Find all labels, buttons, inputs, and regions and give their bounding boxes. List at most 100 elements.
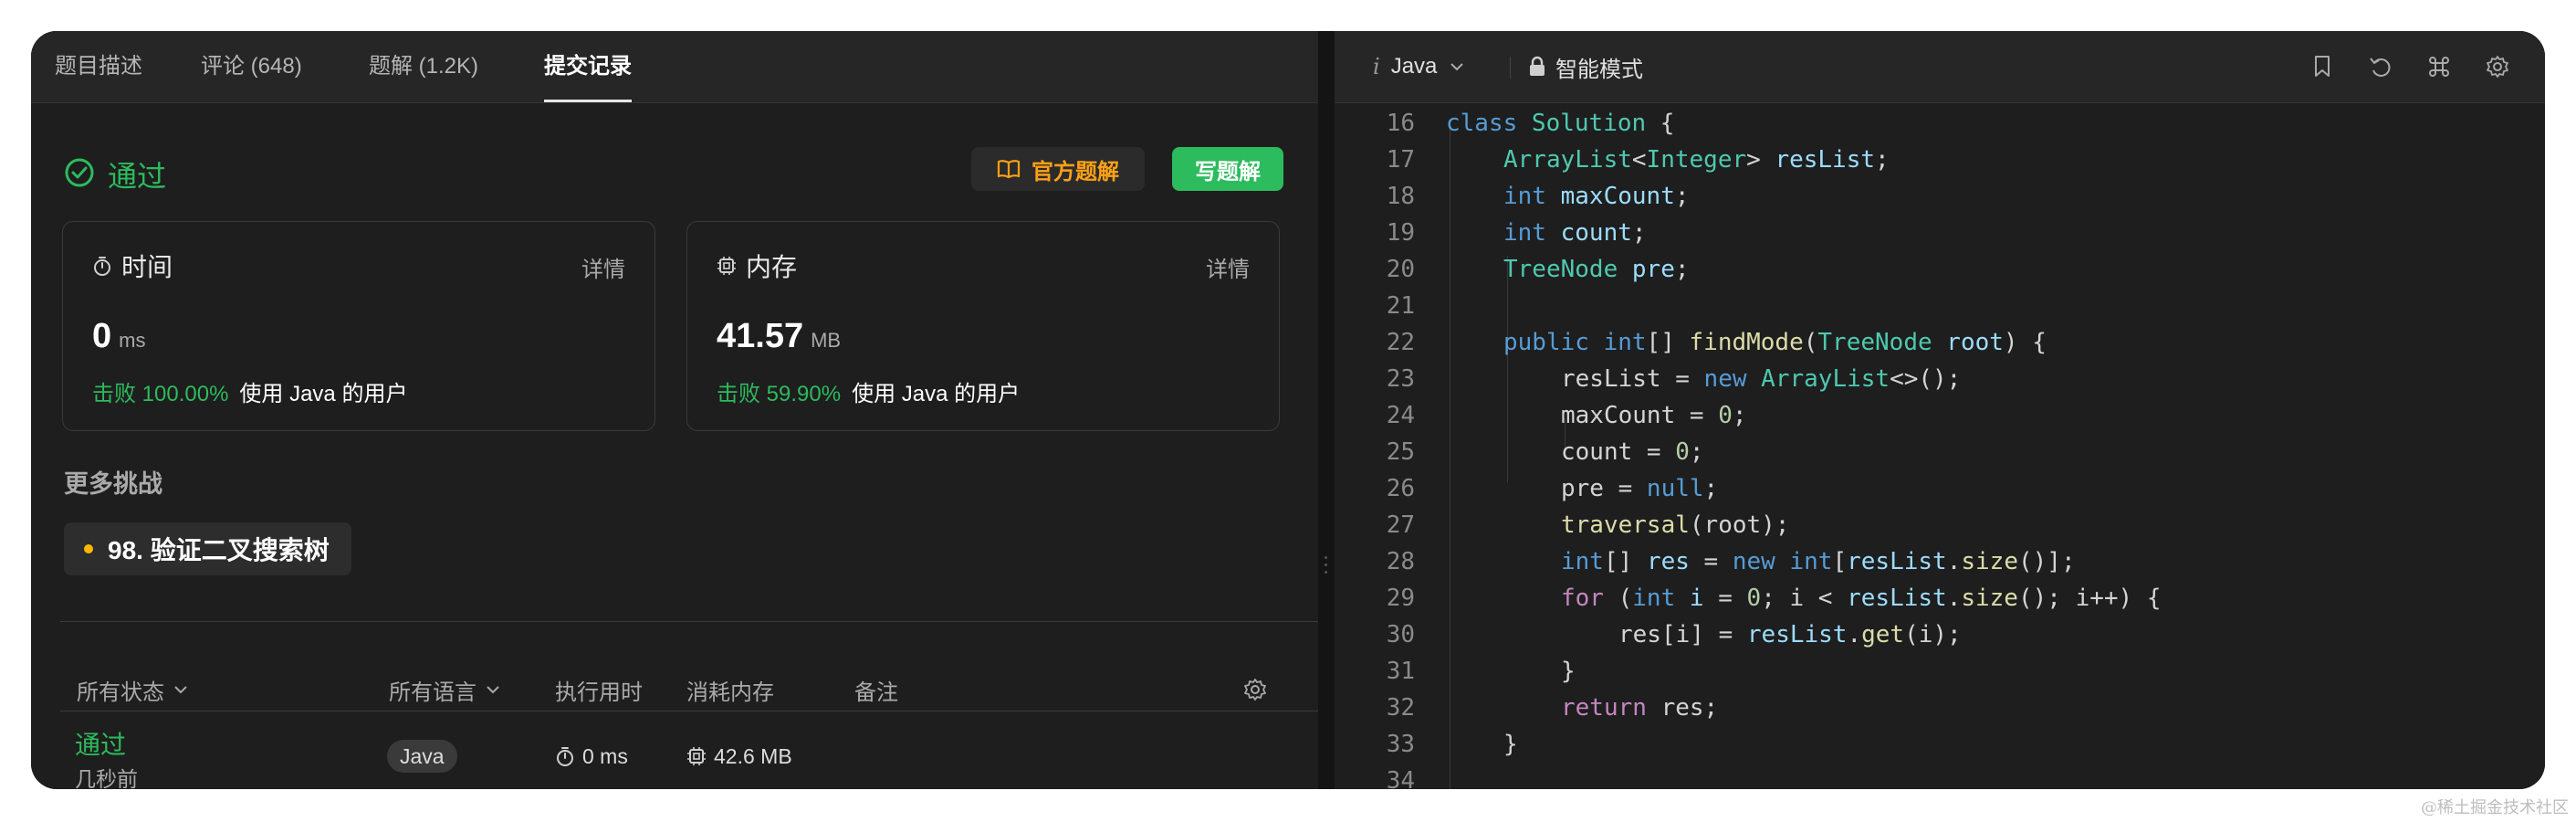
code-editor-panel: i Java 智能模式 16 class Solution {17 ArrayLis… [1335,31,2545,789]
memory-detail-link[interactable]: 详情 [1206,251,1250,283]
submission-panel: 题目描述 评论 (648) 题解 (1.2K) 提交记录 通过 官方题解 写题解… [31,31,1318,789]
shortcuts-button[interactable] [2410,55,2468,79]
chip-icon [687,747,706,765]
panel-resize-handle[interactable] [1318,31,1335,789]
code-line: } [1503,731,1518,758]
line-number: 31 [1386,658,1415,685]
settings-button[interactable] [2468,55,2527,79]
code-line: ArrayList<Integer> resList; [1503,146,1890,174]
line-number: 29 [1386,585,1415,612]
result-status: 通过 [64,152,166,197]
code-line: traversal(root); [1561,511,1790,539]
difficulty-dot [84,544,93,553]
code-area[interactable]: 16 class Solution {17 ArrayList<Integer> r… [1335,102,2545,789]
stopwatch-icon [557,747,573,766]
line-number: 27 [1386,511,1415,539]
tab-description[interactable]: 题目描述 [55,31,142,102]
watermark: @稀土掘金技术社区 [2421,798,2569,817]
runtime-card: 时间 详情 0 ms 击败 100.00% 使用 Java 的用户 [62,221,655,431]
line-number: 18 [1386,183,1415,210]
memory-title: 内存 [717,248,797,284]
code-line: int count; [1503,219,1647,247]
drag-dots-icon [1325,552,1328,578]
smart-mode-toggle[interactable]: 智能模式 [1528,31,1643,102]
language-selector[interactable]: i Java [1373,31,1464,102]
reset-button[interactable] [2351,55,2410,79]
row-language-badge: Java [387,740,457,773]
indent-guide [1507,256,1508,482]
runtime-title: 时间 [92,248,173,284]
lock-icon [1530,56,1545,76]
code-line: int maxCount; [1503,183,1690,210]
code-line: class Solution { [1446,110,1675,137]
tab-comments[interactable]: 评论 (648) [201,31,302,102]
code-line: res[i] = resList.get(i); [1618,621,1962,648]
line-number: 16 [1386,110,1415,137]
code-line: TreeNode pre; [1503,256,1690,283]
header-notes: 备注 [854,680,898,705]
code-line: pre = null; [1561,475,1719,502]
code-line: resList = new ArrayList<>(); [1561,365,1962,393]
official-solution-button[interactable]: 官方题解 [971,147,1145,191]
line-number: 25 [1386,438,1415,466]
book-icon [997,160,1021,179]
line-number: 33 [1386,731,1415,758]
line-number: 23 [1386,365,1415,393]
bookmark-button[interactable] [2293,55,2351,79]
stopwatch-icon [94,257,110,276]
header-runtime: 执行用时 [555,680,643,705]
line-number: 21 [1386,292,1415,320]
bookmark-icon [2315,56,2330,77]
header-memory: 消耗内存 [686,680,774,705]
code-line: return res; [1561,694,1719,722]
row-time: 几秒前 [75,767,138,789]
code-line: public int[] findMode(TreeNode root) { [1503,329,2047,356]
filter-language[interactable]: 所有语言 [389,667,500,712]
line-number: 28 [1386,548,1415,575]
runtime-beat: 击败 100.00% 使用 Java 的用户 [92,382,408,406]
line-number: 26 [1386,475,1415,502]
line-number: 32 [1386,694,1415,722]
filter-status[interactable]: 所有状态 [77,667,188,712]
code-line: maxCount = 0; [1561,402,1747,429]
code-line: for (int i = 0; i < resList.size(); i++)… [1561,585,2162,612]
challenge-chip[interactable]: 98. 验证二叉搜索树 [64,522,351,575]
gear-icon [2487,56,2508,78]
toolbar-separator [1510,57,1511,79]
divider [60,621,1318,622]
chevron-down-icon [487,686,499,694]
editor-toolbar: i Java 智能模式 [1335,31,2545,103]
tab-solutions[interactable]: 题解 (1.2K) [369,31,478,102]
command-icon [2429,57,2449,77]
code-line: count = 0; [1561,438,1704,466]
app-window: 题目描述 评论 (648) 题解 (1.2K) 提交记录 通过 官方题解 写题解… [31,31,2545,789]
line-number: 20 [1386,256,1415,283]
tab-submissions[interactable]: 提交记录 [544,31,632,102]
table-settings-button[interactable] [1234,667,1267,712]
memory-beat: 击败 59.90% 使用 Java 的用户 [717,382,1021,406]
undo-icon [2370,58,2391,77]
write-solution-button[interactable]: 写题解 [1172,147,1283,191]
row-runtime: 0 ms [555,740,628,773]
chevron-down-icon [1450,63,1464,71]
row-memory: 42.6 MB [686,740,792,773]
tab-bar: 题目描述 评论 (648) 题解 (1.2K) 提交记录 [31,31,1318,103]
line-number: 30 [1386,621,1415,648]
runtime-detail-link[interactable]: 详情 [581,251,625,283]
code-line: } [1561,658,1576,685]
check-circle-icon [64,157,95,193]
code-line: int[] res = new int[resList.size()]; [1561,548,2076,575]
official-solution-label: 官方题解 [1031,159,1119,184]
more-challenges-title: 更多挑战 [64,470,162,498]
runtime-value: 0 ms [92,317,146,355]
chevron-down-icon [174,686,187,694]
line-number: 24 [1386,402,1415,429]
editor-actions [2293,31,2527,102]
row-status-link[interactable]: 通过 [75,725,126,762]
challenge-title: 98. 验证二叉搜索树 [108,536,330,564]
chip-icon [717,257,736,275]
line-number: 22 [1386,329,1415,356]
line-number: 19 [1386,219,1415,247]
memory-value: 41.57 MB [717,317,842,355]
gear-icon [1244,679,1266,701]
